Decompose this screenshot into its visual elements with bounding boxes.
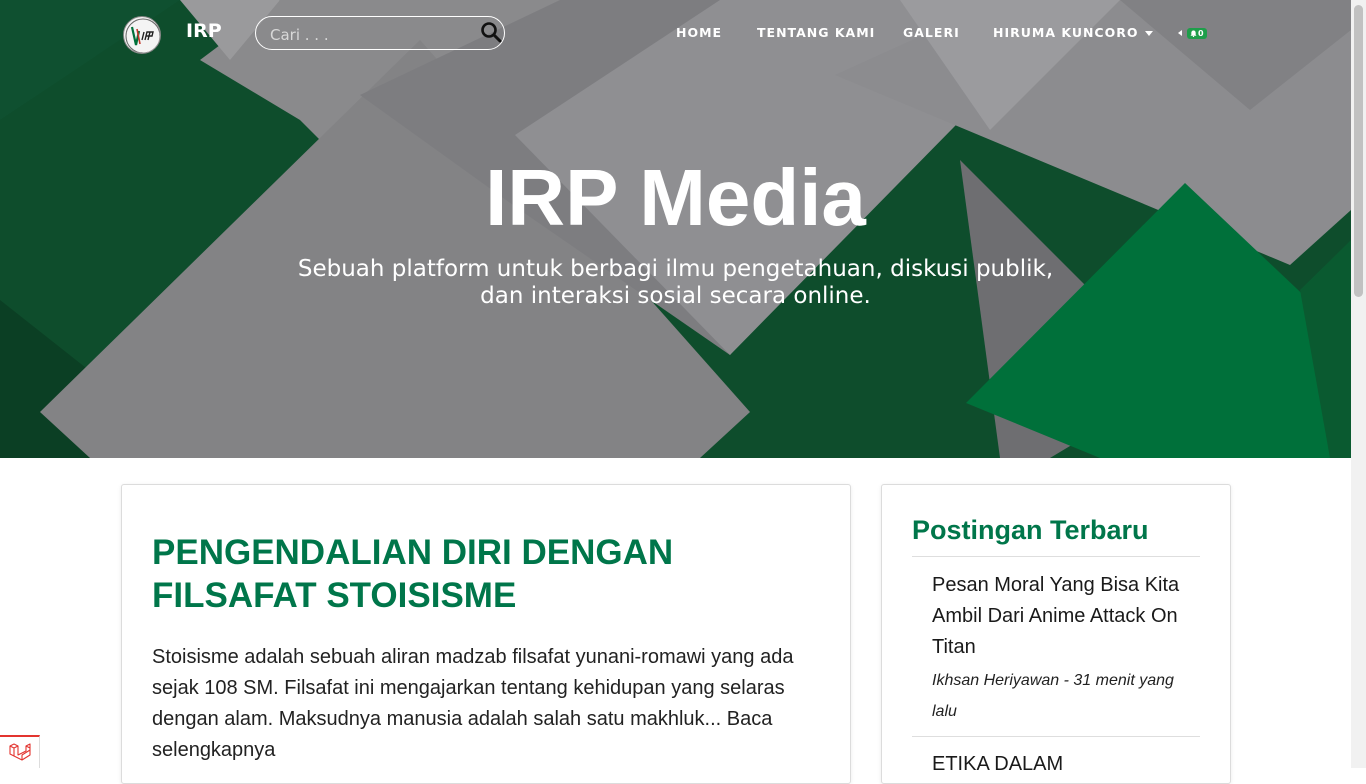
brand-logo[interactable] xyxy=(123,16,161,54)
hero-subtitle-line-2: dan interaksi sosial secara online. xyxy=(480,283,871,309)
search-box xyxy=(255,16,505,50)
post-excerpt-text: Stoisisme adalah sebuah aliran madzab fi… xyxy=(152,646,794,730)
search-icon[interactable] xyxy=(480,21,502,43)
hero-subtitle-line-1: Sebuah platform untuk berbagi ilmu penge… xyxy=(297,256,1054,282)
hero-subtitle: Sebuah platform untuk berbagi ilmu penge… xyxy=(0,256,1351,310)
chevron-down-icon xyxy=(1145,31,1154,36)
hero-banner: IRP Media Sebuah platform untuk berbagi … xyxy=(0,0,1351,458)
post-excerpt: Stoisisme adalah sebuah aliran madzab fi… xyxy=(152,642,812,766)
hero-title: IRP Media xyxy=(485,153,866,242)
scrollbar-thumb[interactable] xyxy=(1354,5,1363,297)
recent-posts-title: Postingan Terbaru xyxy=(912,515,1149,545)
recent-post-title[interactable]: Pesan Moral Yang Bisa Kita Ambil Dari An… xyxy=(932,570,1182,663)
user-menu-label: HIRUMA KUNCORO xyxy=(993,25,1139,40)
post-card: PENGENDALIAN DIRI DENGAN FILSAFAT STOISI… xyxy=(121,484,851,784)
page-scrollbar[interactable] xyxy=(1351,0,1366,768)
debugbar-toggle[interactable] xyxy=(0,735,40,768)
irp-logo-icon xyxy=(125,18,160,53)
user-menu-dropdown[interactable]: HIRUMA KUNCORO xyxy=(993,25,1154,40)
divider xyxy=(912,556,1200,557)
recent-post-meta: Ikhsan Heriyawan - 31 menit yang lalu xyxy=(932,672,1174,720)
recent-post-title[interactable]: ETIKA DALAM xyxy=(932,749,1182,780)
chevron-left-icon[interactable] xyxy=(1178,30,1182,36)
bell-icon xyxy=(1190,30,1197,37)
nav-link-home[interactable]: HOME xyxy=(676,25,722,40)
nav-link-galeri[interactable]: GALERI xyxy=(903,25,960,40)
notification-badge[interactable]: 0 xyxy=(1187,28,1207,39)
notification-count: 0 xyxy=(1198,29,1204,38)
post-title[interactable]: PENGENDALIAN DIRI DENGAN FILSAFAT STOISI… xyxy=(152,531,792,617)
search-input[interactable] xyxy=(268,24,472,46)
navbar: IRP HOME TENTANG KAMI GALERI HIRUMA KUNC… xyxy=(0,0,1351,66)
divider xyxy=(912,736,1200,737)
brand-name[interactable]: IRP xyxy=(186,20,222,42)
nav-link-tentang-kami[interactable]: TENTANG KAMI xyxy=(757,25,875,40)
recent-posts-card: Postingan Terbaru Pesan Moral Yang Bisa … xyxy=(881,484,1231,784)
laravel-icon xyxy=(9,743,31,761)
